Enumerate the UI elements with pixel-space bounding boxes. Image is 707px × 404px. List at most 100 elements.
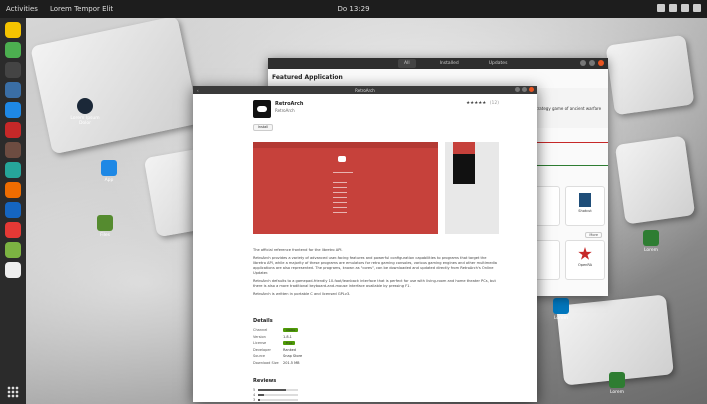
review-bar-fill bbox=[258, 393, 265, 396]
app-details-window: ‹ RetroArch RetroArch RetroArch ★★★★★ (1… bbox=[193, 86, 537, 402]
review-star-label: 4 bbox=[253, 392, 256, 397]
details-value: 201.5 MB bbox=[283, 360, 300, 365]
openra-icon bbox=[578, 247, 592, 260]
featured-title: Featured Application bbox=[272, 74, 343, 81]
review-bar-fill bbox=[258, 388, 287, 391]
install-button[interactable]: Install bbox=[253, 124, 273, 131]
launcher-icon-1[interactable] bbox=[5, 22, 21, 38]
desktop-icon-sheet-1[interactable]: Lorem bbox=[630, 230, 672, 253]
desktop-icon-label: Lorem bbox=[609, 390, 625, 395]
app-icon-11[interactable] bbox=[5, 222, 21, 238]
tab-updates[interactable]: Updates bbox=[483, 59, 514, 68]
reviews-histogram: 5 4 3 2 1 bbox=[253, 387, 373, 402]
description-paragraph: RetroArch is written in portable C and l… bbox=[253, 292, 351, 296]
desktop-icon-label: Lorem bbox=[553, 316, 569, 321]
channel-badge: stable bbox=[283, 328, 299, 333]
rating-stars: ★★★★★ bbox=[466, 101, 487, 106]
screenshot-line bbox=[333, 207, 347, 208]
activities-button[interactable]: Activities bbox=[6, 5, 38, 13]
filezilla-icon[interactable] bbox=[5, 182, 21, 198]
network-icon bbox=[657, 4, 665, 12]
shield-icon[interactable] bbox=[5, 122, 21, 138]
tab-installed[interactable]: Installed bbox=[434, 59, 465, 68]
screenshot-line bbox=[333, 172, 353, 173]
screenshot-line bbox=[333, 197, 347, 198]
maximize-icon[interactable] bbox=[522, 87, 527, 92]
reviews-heading: Reviews bbox=[253, 378, 277, 384]
clock[interactable]: Do 13:29 bbox=[337, 5, 369, 13]
app-headerbar: ‹ RetroArch bbox=[193, 86, 537, 94]
minimize-icon[interactable] bbox=[589, 60, 595, 66]
desktop-icon-steam[interactable]: Lorem Ipsum Dolor bbox=[64, 98, 106, 126]
thumb-red bbox=[453, 142, 475, 154]
details-key: Download Size bbox=[253, 360, 279, 365]
details-value: Snap Store bbox=[283, 354, 303, 359]
software-headerbar: All Installed Updates bbox=[268, 58, 608, 69]
tile-label: Shotcut bbox=[578, 209, 592, 213]
app-description: The official reference frontend for the … bbox=[253, 248, 499, 300]
power-icon bbox=[693, 4, 701, 12]
desktop-icon-app[interactable]: Files bbox=[84, 215, 126, 238]
system-tray[interactable] bbox=[657, 4, 701, 12]
folder-icon[interactable] bbox=[5, 202, 21, 218]
tab-all[interactable]: All bbox=[398, 59, 416, 68]
app-name: RetroArch bbox=[275, 101, 304, 107]
back-arrow-icon[interactable]: ‹ bbox=[197, 88, 199, 93]
details-table: Channel stable Version 1.8.1 License Fre… bbox=[253, 327, 413, 366]
review-star-label: 5 bbox=[253, 387, 256, 392]
desktop-icon-music[interactable]: App bbox=[88, 160, 130, 183]
close-icon[interactable] bbox=[529, 87, 534, 92]
screenshot-line bbox=[333, 187, 347, 188]
dock bbox=[0, 18, 26, 404]
top-bar: Activities Lorem Tempor Elit Do 13:29 bbox=[0, 0, 707, 18]
app-icon-7[interactable] bbox=[5, 142, 21, 158]
review-bar bbox=[258, 388, 299, 391]
details-row: Download Size 201.5 MB bbox=[253, 360, 413, 367]
desktop-icon-label: Lorem Ipsum Dolor bbox=[70, 116, 100, 126]
close-icon[interactable] bbox=[598, 60, 604, 66]
screenshot-thumbnail[interactable] bbox=[445, 142, 499, 234]
app-icon-13[interactable] bbox=[5, 262, 21, 278]
review-bar-fill bbox=[258, 398, 261, 401]
screenshot-main[interactable] bbox=[253, 142, 438, 234]
screenshot-line bbox=[333, 182, 347, 183]
details-value: 1.8.1 bbox=[283, 334, 292, 339]
app-icon-8[interactable] bbox=[5, 162, 21, 178]
keyboard-icon bbox=[669, 4, 677, 12]
search-icon[interactable] bbox=[580, 60, 586, 66]
files-icon[interactable] bbox=[5, 82, 21, 98]
show-apps-icon[interactable] bbox=[7, 386, 19, 398]
details-value: Ranked bbox=[283, 347, 296, 352]
chrome-icon[interactable] bbox=[5, 42, 21, 58]
desktop-icon-doc[interactable]: Lorem bbox=[540, 298, 582, 321]
desktop-icon-sheet-2[interactable]: Lorem bbox=[596, 372, 638, 395]
app-menu[interactable]: Lorem Tempor Elit bbox=[50, 5, 113, 13]
minimize-icon[interactable] bbox=[515, 87, 520, 92]
screenshot-topbar bbox=[253, 142, 438, 148]
featured-banner[interactable]: strategy game of ancient warfare bbox=[530, 88, 608, 128]
telegram-icon[interactable] bbox=[5, 102, 21, 118]
details-key: Developer bbox=[253, 347, 272, 352]
app-tile-shotcut[interactable]: Shotcut bbox=[565, 186, 605, 226]
window-title: RetroArch bbox=[355, 87, 375, 93]
details-key: Source bbox=[253, 354, 266, 359]
review-bar bbox=[258, 398, 299, 401]
app-developer: RetroArch bbox=[275, 108, 295, 113]
shotcut-icon bbox=[579, 193, 591, 207]
tile-label: OpenRA bbox=[577, 263, 593, 267]
more-button[interactable]: More bbox=[585, 232, 602, 238]
screenshot-line bbox=[333, 192, 347, 193]
volume-icon bbox=[681, 4, 689, 12]
details-key: Version bbox=[253, 334, 266, 339]
app-icon-12[interactable] bbox=[5, 242, 21, 258]
screenshot-logo bbox=[338, 156, 346, 162]
app-tile-openra[interactable]: OpenRA bbox=[565, 240, 605, 280]
retroarch-icon bbox=[253, 100, 271, 118]
terminal-icon[interactable] bbox=[5, 62, 21, 78]
license-badge[interactable]: Free bbox=[283, 341, 296, 346]
category-strip bbox=[530, 142, 608, 166]
description-paragraph: The official reference frontend for the … bbox=[253, 248, 343, 252]
thumb-black bbox=[453, 154, 475, 184]
banner-text: strategy game of ancient warfare bbox=[534, 106, 602, 111]
screenshot-line bbox=[333, 212, 347, 213]
